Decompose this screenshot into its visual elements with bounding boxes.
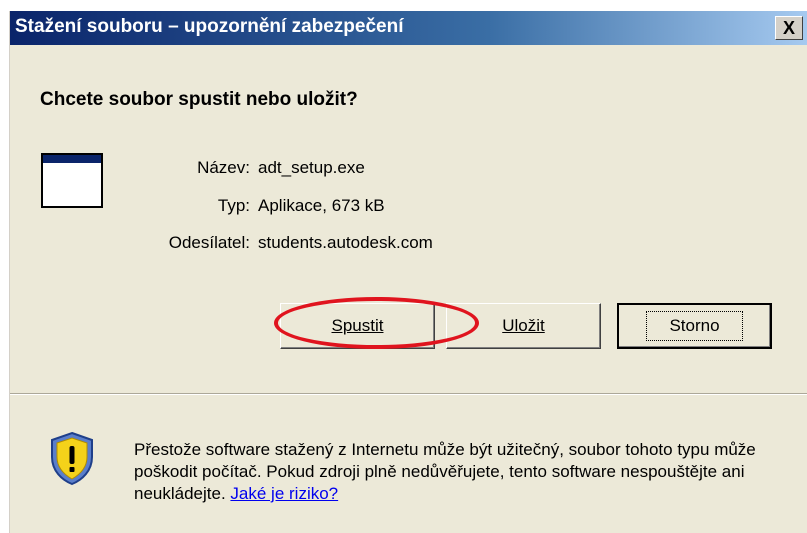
save-button-label: Uložit: [502, 316, 545, 335]
cancel-button-label: Storno: [646, 311, 743, 341]
security-shield-icon: [51, 431, 93, 486]
file-sender-label: Odesílatel:: [168, 233, 250, 252]
security-warning: Přestože software stažený z Internetu mů…: [134, 439, 804, 505]
dialog-question: Chcete soubor spustit nebo uložit?: [40, 89, 358, 110]
warning-text: Přestože software stažený z Internetu mů…: [134, 440, 756, 503]
risk-help-link[interactable]: Jaké je riziko?: [230, 484, 338, 503]
close-button[interactable]: X: [775, 16, 803, 40]
separator: [10, 393, 807, 395]
file-type-label: Typ:: [217, 196, 250, 215]
file-name-value: adt_setup.exe: [258, 158, 365, 177]
file-sender-value: students.autodesk.com: [258, 233, 433, 252]
icon-title-bar: [43, 155, 101, 163]
file-name-label: Název:: [197, 158, 250, 177]
application-window-icon: [41, 153, 103, 208]
download-dialog: Stažení souboru – upozornění zabezpečení…: [9, 11, 807, 533]
close-icon: X: [782, 18, 795, 38]
run-button-highlight-annotation: [274, 297, 479, 349]
file-type-value: Aplikace, 673 kB: [258, 196, 385, 215]
dialog-title: Stažení souboru – upozornění zabezpečení: [15, 16, 404, 37]
title-bar[interactable]: Stažení souboru – upozornění zabezpečení…: [10, 11, 807, 45]
cancel-button[interactable]: Storno: [617, 303, 772, 349]
